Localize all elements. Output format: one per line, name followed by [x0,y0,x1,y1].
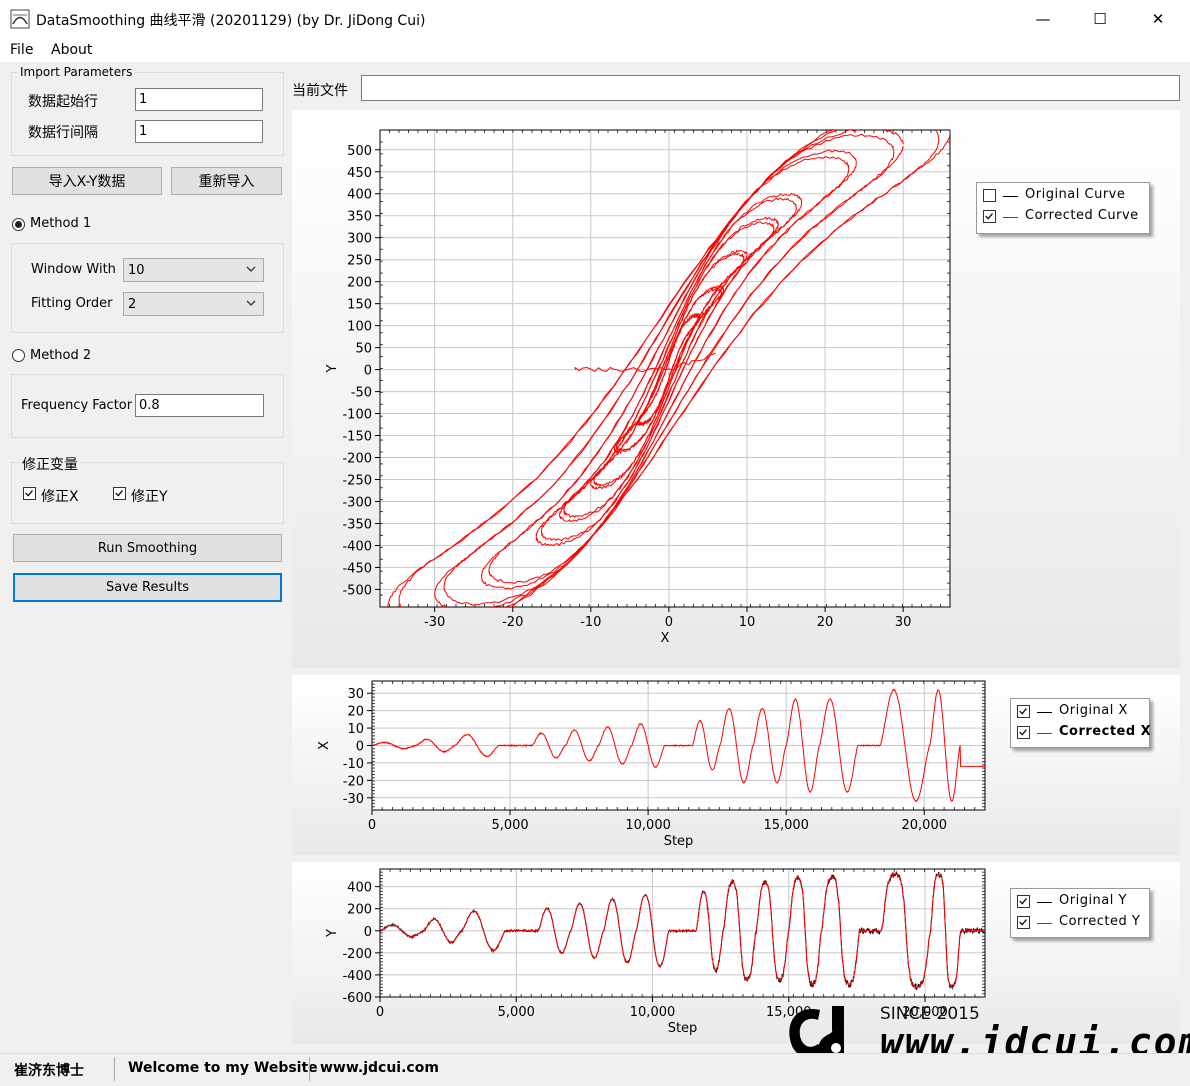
y-history-ytick-label: -200 [342,947,372,962]
y-history-xtick-label: 0 [376,1005,384,1020]
check-icon [985,213,993,220]
x-history-ytick-label: -20 [343,774,364,789]
legend-corrected-y-checkbox[interactable] [1017,916,1030,929]
hysteresis-ytick-label: -450 [342,561,372,576]
x-history-xlabel: Step [664,834,694,849]
hysteresis-ytick-label: 50 [355,342,372,357]
y-history-xtick-label: 10,000 [630,1005,676,1020]
x-history-xtick-label: 10,000 [625,818,671,833]
legend-original-curve-label: Original Curve [1025,187,1126,202]
check-icon [1019,919,1027,926]
hysteresis-xtick-label: 10 [739,615,756,630]
hysteresis-xtick-label: 30 [895,615,912,630]
y-history-ylabel: Y [325,929,340,938]
x-history-ytick-label: 0 [356,740,364,755]
x-history-ytick-label: 10 [347,722,364,737]
legend-corrected-x-checkbox[interactable] [1017,726,1030,739]
x-history-ylabel: X [317,741,332,750]
hysteresis-ytick-label: 0 [364,364,372,379]
hysteresis-xtick-label: 20 [817,615,834,630]
hysteresis-ytick-label: -500 [342,583,372,598]
x-history-ytick-label: 20 [347,705,364,720]
y-history-xlabel: Step [668,1021,698,1036]
x-history-legend: Original X Corrected X [1010,698,1152,748]
legend-original-curve-swatch [1003,196,1018,197]
hysteresis-ytick-label: -200 [342,452,372,467]
legend-corrected-curve-checkbox[interactable] [983,210,996,223]
hysteresis-ytick-label: 100 [347,320,372,335]
hysteresis-ytick-label: -150 [342,430,372,445]
legend-original-y-swatch [1037,902,1052,903]
y-history-ytick-label: 400 [347,881,372,896]
hysteresis-ytick-label: -400 [342,539,372,554]
status-author: 崔济东博士 [14,1063,84,1079]
status-separator [114,1057,115,1081]
hysteresis-ytick-label: 150 [347,298,372,313]
legend-corrected-y-swatch [1037,923,1052,924]
y-history-plot-area [380,869,985,997]
x-history-xtick-label: 20,000 [902,818,948,833]
hysteresis-ytick-label: -300 [342,495,372,510]
hysteresis-ytick-label: 350 [347,210,372,225]
y-history-ytick-label: -400 [342,969,372,984]
x-history-ytick-label: 30 [347,687,364,702]
legend-corrected-curve-label: Corrected Curve [1025,208,1139,223]
hysteresis-ytick-label: 250 [347,254,372,269]
legend-corrected-x-swatch [1037,733,1052,734]
hysteresis-ytick-label: -100 [342,408,372,423]
legend-original-x-label: Original X [1059,703,1128,718]
status-separator [309,1057,310,1081]
x-history-ytick-label: -10 [343,757,364,772]
x-history-xtick-label: 0 [368,818,376,833]
x-history-ytick-label: -30 [343,792,364,807]
hysteresis-ytick-label: -50 [351,386,372,401]
hysteresis-ylabel: Y [325,364,340,373]
legend-original-y-label: Original Y [1059,893,1127,908]
status-welcome[interactable]: Welcome to my Website [128,1060,318,1076]
y-history-ytick-label: -600 [342,991,372,1006]
status-site-link[interactable]: www.jdcui.com [320,1060,439,1076]
hysteresis-ytick-label: 300 [347,232,372,247]
x-history-xtick-label: 15,000 [763,818,809,833]
legend-corrected-x-label: Corrected X [1059,724,1152,739]
hysteresis-ytick-label: 200 [347,276,372,291]
legend-original-x-checkbox[interactable] [1017,705,1030,718]
hysteresis-xtick-label: 0 [665,615,673,630]
y-history-ytick-label: 200 [347,903,372,918]
check-icon [1019,729,1027,736]
check-icon [1019,708,1027,715]
hysteresis-ytick-label: 400 [347,188,372,203]
x-history-xtick-label: 5,000 [491,818,528,833]
hysteresis-ytick-label: -250 [342,474,372,489]
y-history-legend: Original Y Corrected Y [1010,888,1150,938]
check-icon [1019,898,1027,905]
legend-corrected-curve-swatch [1003,217,1018,218]
hysteresis-ytick-label: -350 [342,517,372,532]
legend-original-x-swatch [1037,712,1052,713]
y-history-xtick-label: 5,000 [498,1005,535,1020]
hysteresis-xtick-label: -20 [502,615,523,630]
hysteresis-xtick-label: -30 [424,615,445,630]
hysteresis-xtick-label: -10 [580,615,601,630]
legend-corrected-y-label: Corrected Y [1059,914,1141,929]
hysteresis-ytick-label: 500 [347,144,372,159]
legend-original-curve-checkbox[interactable] [983,189,996,202]
hysteresis-plot-area [380,130,950,607]
hysteresis-xlabel: X [661,631,670,646]
hysteresis-ytick-label: 450 [347,166,372,181]
hysteresis-legend: Original Curve Corrected Curve [976,182,1150,234]
y-history-ytick-label: 0 [364,925,372,940]
legend-original-y-checkbox[interactable] [1017,895,1030,908]
